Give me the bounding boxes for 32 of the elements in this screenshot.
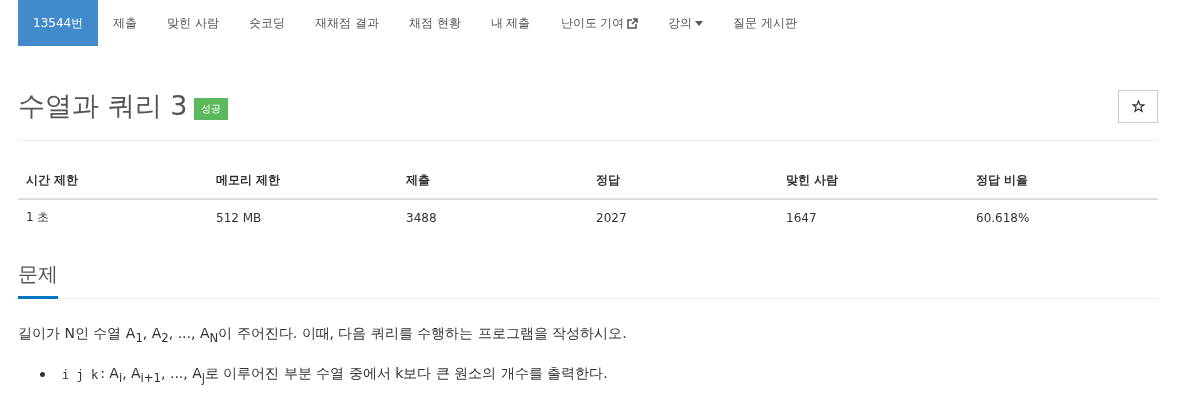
- nav-tab[interactable]: 채점 현황: [393, 0, 476, 46]
- nav-tab[interactable]: 재채점 결과: [300, 0, 394, 46]
- column-header: 메모리 제한: [208, 163, 398, 199]
- table-cell: 1 초: [18, 199, 208, 235]
- status-badge: 성공: [194, 98, 229, 120]
- bullet-icon: [40, 372, 45, 378]
- nav-tab[interactable]: 13544번: [18, 0, 99, 46]
- table-cell: 512 MB: [208, 199, 398, 235]
- column-header: 시간 제한: [18, 163, 208, 199]
- table-cell: 3488: [398, 199, 588, 235]
- problem-description: 길이가 N인 수열 A$_{1}$, A$_{2}$, ..., A$_{N}$이 주어진다. 이때, 다음 쿼리를 수행하는 프로그램을 작성하시오.: [18, 325, 628, 345]
- table-cell: 60.618%: [968, 199, 1158, 235]
- table-cell: 1647: [778, 199, 968, 235]
- query-description: : A$_{i}$, A$_{i+1}$, ..., A$_{j}$로 이루어진 부분 수열 중에서 k보다 큰 원소의 개수를 출력한다.: [100, 364, 608, 385]
- column-header: 정답: [588, 163, 778, 199]
- column-header: 제출: [398, 163, 588, 199]
- section-heading: 문제: [18, 255, 58, 299]
- external-link-icon: [627, 17, 639, 29]
- nav-tab[interactable]: 맞힌 사람: [152, 0, 234, 46]
- column-header: 맞힌 사람: [778, 163, 968, 199]
- nav-tab[interactable]: 질문 게시판: [718, 0, 813, 46]
- query-code: i j k: [62, 367, 99, 382]
- caret-icon: [695, 20, 704, 26]
- problem-title: 수열과 쿼리 3: [18, 89, 188, 123]
- nav-tab[interactable]: 제출: [98, 0, 153, 46]
- table-cell: 2027: [588, 199, 778, 235]
- star-button[interactable]: [1118, 89, 1158, 123]
- nav-tab[interactable]: 난이도 기여: [545, 0, 654, 46]
- nav-tab[interactable]: 내 제출: [475, 0, 546, 46]
- nav-tab[interactable]: 강의: [653, 0, 719, 46]
- nav-tab[interactable]: 숏코딩: [234, 0, 300, 46]
- column-header: 정답 비율: [968, 163, 1158, 199]
